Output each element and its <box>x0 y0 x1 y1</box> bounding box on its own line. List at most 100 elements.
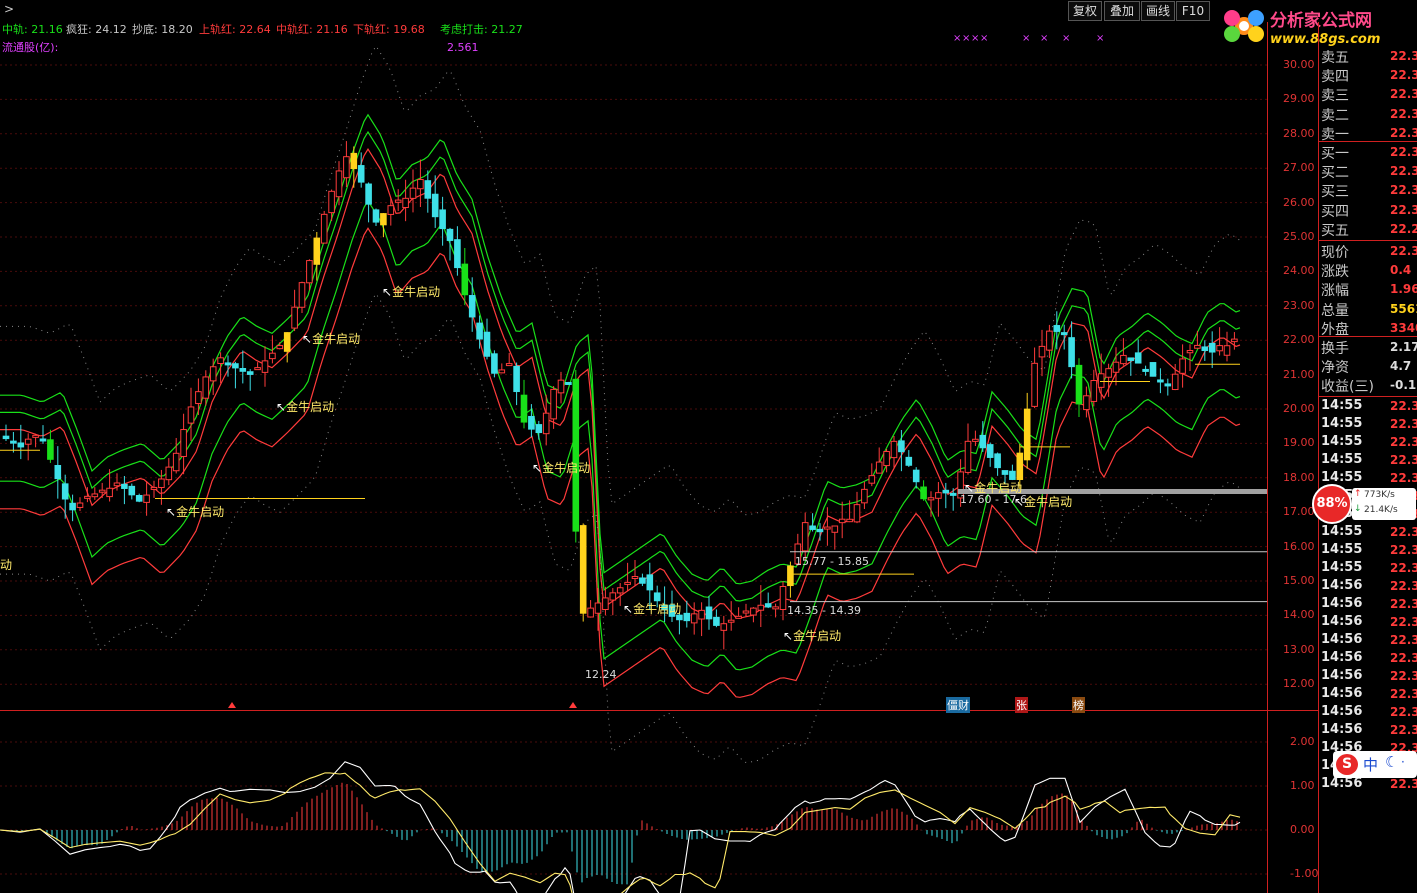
candle-body <box>1223 345 1231 356</box>
price-tick-label: 25.00 <box>1283 230 1315 243</box>
tick-row: 14:55 22.3 <box>1321 560 1417 575</box>
arrow-icon: ↖ <box>783 629 794 643</box>
candle-body <box>365 183 372 205</box>
candle-body <box>609 592 617 601</box>
candle-body <box>639 577 646 584</box>
candle-body <box>602 597 609 610</box>
tick-price: 22.3 <box>1390 561 1417 575</box>
tick-time: 14:56 <box>1321 704 1363 719</box>
panel-separator <box>1318 141 1417 142</box>
tick-price: 22.3 <box>1390 453 1417 467</box>
candle-body <box>84 495 91 499</box>
bull-start-signal: ↖金牛启动 <box>623 600 681 617</box>
arrow-icon: ↖ <box>166 505 177 519</box>
price-tick-label: 20.00 <box>1283 402 1315 415</box>
quote-label: 现价 <box>1321 245 1349 261</box>
quote-value: 22.3 <box>1390 125 1417 140</box>
bull-start-label: 金牛启动 <box>176 505 225 519</box>
candle-body <box>69 502 76 511</box>
ime-language[interactable]: 中 <box>1363 754 1378 775</box>
candle-body <box>1120 354 1127 365</box>
candle-body <box>246 371 254 375</box>
candle-body <box>838 518 846 524</box>
candle-body <box>1038 345 1046 358</box>
price-tick-label: 26.00 <box>1283 195 1315 209</box>
tick-price: 22.3 <box>1390 777 1417 791</box>
candle-body <box>217 357 224 364</box>
candle-body <box>91 493 99 498</box>
quote-row: 卖二 22.3 <box>1321 105 1417 125</box>
quote-label: 涨幅 <box>1321 283 1349 300</box>
panel-separator <box>1318 396 1417 397</box>
candlestick-chart[interactable] <box>0 0 1267 893</box>
candle-body <box>1097 373 1105 388</box>
tick-time: 14:56 <box>1321 668 1363 683</box>
upload-speed: 773K/s <box>1364 490 1395 500</box>
candle-body <box>927 497 935 501</box>
tick-price: 22.3 <box>1390 705 1417 719</box>
candle-body <box>261 360 269 373</box>
candle-body <box>935 492 942 499</box>
tick-time: 14:56 <box>1321 776 1363 791</box>
candle-body <box>380 213 387 226</box>
price-tick-label: 27.00 <box>1283 161 1315 175</box>
candle-body <box>750 607 757 616</box>
quote-row: 换手 2.17 <box>1321 338 1417 358</box>
quote-row: 买二 22.3 <box>1321 162 1417 182</box>
candle-body <box>224 362 232 366</box>
quote-row: 外盘 3340 <box>1321 319 1417 339</box>
quote-value: 22.3 <box>1390 202 1417 217</box>
ime-toolbar[interactable]: S 中 ☾ · <box>1333 751 1417 778</box>
price-tick-label: 21.00 <box>1283 367 1315 381</box>
quote-label: 买三 <box>1321 184 1349 201</box>
ime-logo-icon[interactable]: S <box>1336 754 1358 775</box>
candle-body <box>1023 408 1031 461</box>
tick-row: 14:56 22.3 <box>1321 596 1417 611</box>
candle-body <box>1171 373 1179 391</box>
bull-start-label: 金牛启动 <box>542 461 591 475</box>
quote-label: 涨跌 <box>1321 264 1349 281</box>
quote-value: 0.4 <box>1390 263 1412 278</box>
memory-percent-badge[interactable]: 88% <box>1312 484 1352 524</box>
quote-row: 总量 5561 <box>1321 300 1417 320</box>
chart-annotation: 12.24 <box>585 668 617 681</box>
panel-separator <box>1318 240 1417 241</box>
ime-punct-icon[interactable]: · <box>1401 755 1405 769</box>
tick-price: 22.3 <box>1390 471 1417 485</box>
candle-body <box>335 170 343 198</box>
candle-body <box>350 152 358 170</box>
quote-value: 2.17 <box>1390 340 1417 354</box>
candle-body <box>276 345 284 350</box>
event-tag-2[interactable]: 张 <box>1015 697 1028 713</box>
candle-body <box>476 322 483 340</box>
tick-time: 14:56 <box>1321 650 1363 665</box>
candle-body <box>39 438 47 442</box>
candle-body <box>742 610 750 614</box>
event-tag-3[interactable]: 榜 <box>1072 697 1085 713</box>
price-tick-label: 18.00 <box>1283 470 1315 484</box>
candle-body <box>1060 332 1068 336</box>
quote-row: 卖三 22.3 <box>1321 85 1417 105</box>
candle-body <box>624 581 631 585</box>
quote-label: 买五 <box>1321 222 1349 239</box>
candle-body <box>690 613 698 624</box>
candle-body <box>572 378 580 532</box>
event-tag-1[interactable]: 僵财 <box>946 697 970 713</box>
tick-price: 22.3 <box>1390 543 1417 557</box>
network-speed-widget[interactable]: 88% ↑ 773K/s ↓ 21.4K/s <box>1312 484 1417 524</box>
upload-arrow-icon: ↑ <box>1354 489 1362 499</box>
candle-body <box>143 494 150 503</box>
quote-row: 净资 4.7 <box>1321 357 1411 377</box>
candle-body <box>1112 361 1120 373</box>
tick-row: 14:56 22.3 <box>1321 614 1417 629</box>
candle-body <box>172 452 180 472</box>
candle-body <box>239 368 247 372</box>
ime-moon-icon[interactable]: ☾ <box>1385 753 1398 771</box>
candle-body <box>1164 383 1172 387</box>
quote-label: 卖四 <box>1321 69 1349 86</box>
download-speed: 21.4K/s <box>1364 505 1398 515</box>
candle-body <box>868 475 876 484</box>
candle-body <box>757 604 765 611</box>
candle-body <box>979 434 987 449</box>
candle-body <box>306 260 313 284</box>
